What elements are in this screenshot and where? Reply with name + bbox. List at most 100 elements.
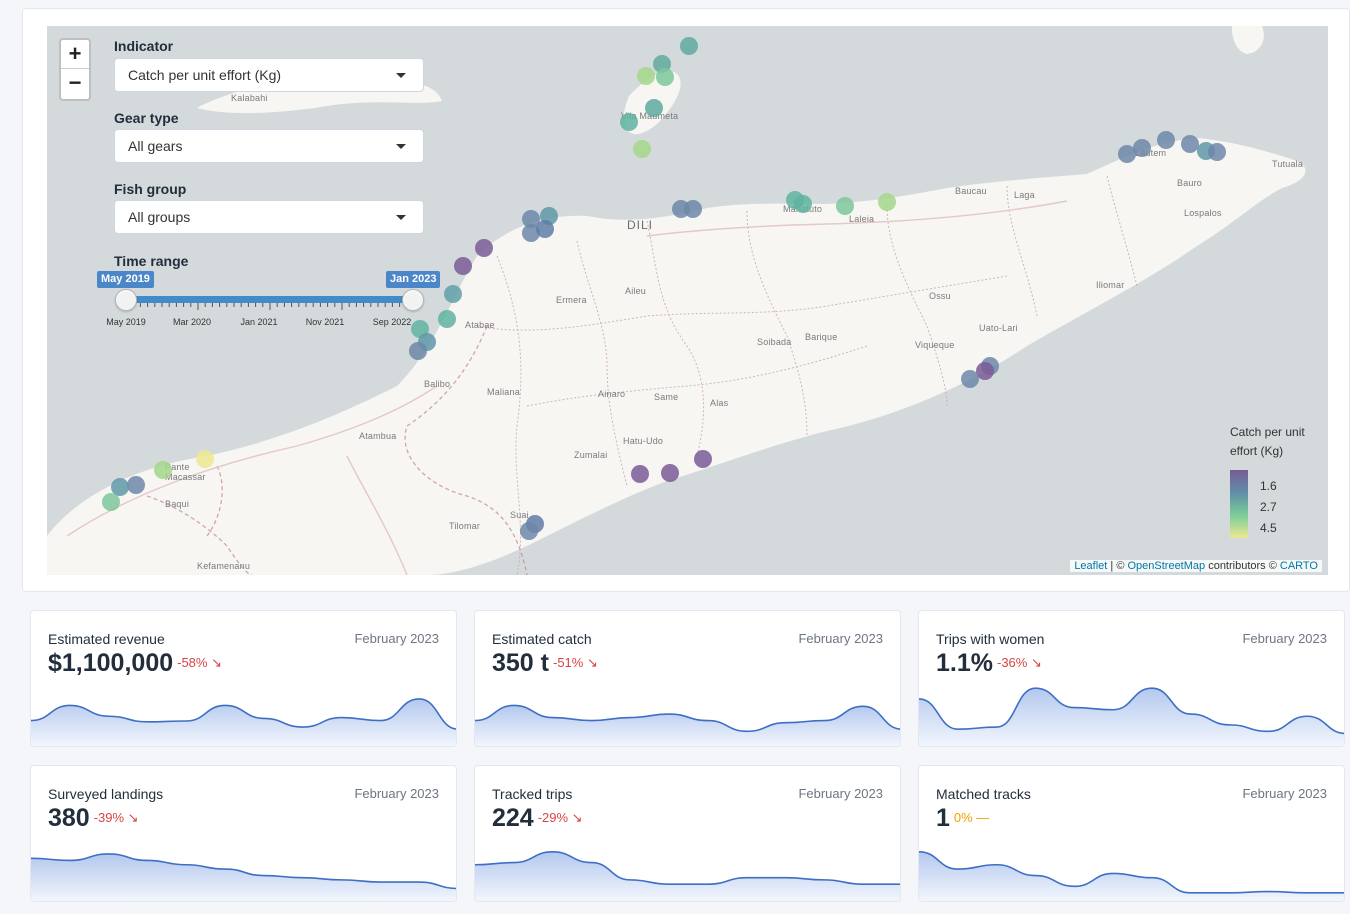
sparkline-area xyxy=(31,853,456,901)
chevron-down-icon xyxy=(396,215,406,220)
place-label: Balibo xyxy=(424,379,451,389)
map-marker[interactable] xyxy=(438,310,456,328)
leaflet-link[interactable]: Leaflet xyxy=(1074,560,1107,572)
place-label: Kefamenanu xyxy=(197,561,251,571)
kpi-card-catch: Estimated catch February 2023 350 t -51% … xyxy=(474,610,901,747)
map-marker[interactable] xyxy=(1133,139,1151,157)
place-label: Barique xyxy=(805,332,838,342)
map-marker[interactable] xyxy=(536,220,554,238)
place-label: Kalabahi xyxy=(231,93,268,103)
map-marker[interactable] xyxy=(444,285,462,303)
map-marker[interactable] xyxy=(1208,143,1226,161)
map-marker[interactable] xyxy=(620,113,638,131)
chevron-down-icon xyxy=(396,144,406,149)
map-marker[interactable] xyxy=(454,257,472,275)
map-marker[interactable] xyxy=(409,342,427,360)
place-label: Same xyxy=(654,392,679,402)
map-marker[interactable] xyxy=(475,239,493,257)
zoom-in-button[interactable]: + xyxy=(61,40,89,69)
kpi-title: Trips with women xyxy=(936,631,1045,647)
time-range-start-handle[interactable] xyxy=(115,289,137,311)
legend-color-scale xyxy=(1230,470,1248,538)
chevron-down-icon xyxy=(396,73,406,78)
time-tick-label: May 2019 xyxy=(106,317,146,327)
kpi-card-revenue: Estimated revenue February 2023 $1,100,0… xyxy=(30,610,457,747)
map-marker[interactable] xyxy=(661,464,679,482)
place-label: Laleia xyxy=(849,214,875,224)
sparkline-area xyxy=(919,851,1344,901)
map-marker[interactable] xyxy=(637,67,655,85)
time-tick-label: Nov 2021 xyxy=(305,317,345,327)
map-marker[interactable] xyxy=(694,450,712,468)
gear-type-value: All gears xyxy=(128,138,183,154)
time-range-track[interactable] xyxy=(126,296,413,303)
indicator-select[interactable]: Catch per unit effort (Kg) xyxy=(114,58,424,92)
kpi-card-women-trips: Trips with women February 2023 1.1% -36% … xyxy=(918,610,1345,747)
kpi-title: Surveyed landings xyxy=(48,786,164,802)
kpi-title: Estimated catch xyxy=(492,631,592,647)
legend-value: 1.6 xyxy=(1260,479,1277,493)
fish-group-label: Fish group xyxy=(114,181,187,197)
map-marker[interactable] xyxy=(961,370,979,388)
kpi-period: February 2023 xyxy=(798,786,883,801)
kpi-sparkline xyxy=(919,687,1344,746)
map-marker[interactable] xyxy=(154,461,172,479)
place-label: Ermera xyxy=(556,295,587,305)
indicator-value: Catch per unit effort (Kg) xyxy=(128,67,282,83)
map-marker[interactable] xyxy=(645,99,663,117)
map-legend: Catch per unit effort (Kg) 1.6 2.7 4.5 xyxy=(1230,423,1320,538)
place-label: Maliana xyxy=(487,387,520,397)
legend-value: 4.5 xyxy=(1260,521,1277,535)
time-tick-label: Sep 2022 xyxy=(372,317,412,327)
legend-value: 2.7 xyxy=(1260,500,1277,514)
zoom-control: + − xyxy=(59,38,91,101)
map-marker[interactable] xyxy=(102,493,120,511)
map-marker[interactable] xyxy=(631,465,649,483)
map-marker[interactable] xyxy=(196,450,214,468)
kpi-card-landings: Surveyed landings February 2023 380 -39% … xyxy=(30,765,457,902)
time-range-end-handle[interactable] xyxy=(402,289,424,311)
fish-group-select[interactable]: All groups xyxy=(114,200,424,234)
map-marker[interactable] xyxy=(836,197,854,215)
kpi-sparkline xyxy=(31,698,456,746)
kpi-sparkline xyxy=(475,850,900,901)
place-label: Atambua xyxy=(359,431,397,441)
carto-link[interactable]: CARTO xyxy=(1280,560,1318,572)
place-label: Baqui xyxy=(165,499,190,509)
time-tick-label: Jan 2021 xyxy=(240,317,278,327)
place-label: Suai xyxy=(510,510,529,520)
map-marker[interactable] xyxy=(680,37,698,55)
kpi-card-matched-tracks: Matched tracks February 2023 1 0% — xyxy=(918,765,1345,902)
place-label: Uato-Lari xyxy=(979,323,1018,333)
map-marker[interactable] xyxy=(1157,131,1175,149)
kpi-period: February 2023 xyxy=(354,631,439,646)
kpi-sparkline xyxy=(919,851,1344,901)
kpi-period: February 2023 xyxy=(354,786,439,801)
zoom-out-button[interactable]: − xyxy=(61,69,89,98)
place-label: Viqueque xyxy=(915,340,955,350)
map-attribution: Leaflet | © OpenStreetMap contributors ©… xyxy=(1070,560,1322,572)
time-range-end: Jan 2023 xyxy=(386,271,441,288)
place-label: Tutuala xyxy=(1272,159,1304,169)
map-marker[interactable] xyxy=(520,522,538,540)
map-marker[interactable] xyxy=(684,200,702,218)
kpi-sparkline xyxy=(31,853,456,901)
time-range-start: May 2019 xyxy=(97,271,154,288)
map-marker[interactable] xyxy=(633,140,651,158)
kpi-card-tracked-trips: Tracked trips February 2023 224 -29% ↘ xyxy=(474,765,901,902)
place-label: Zumalai xyxy=(574,450,608,460)
time-range-label: Time range xyxy=(114,253,189,269)
map-marker[interactable] xyxy=(127,476,145,494)
place-label: Ainaro xyxy=(598,389,626,399)
place-label: Soibada xyxy=(757,337,792,347)
osm-link[interactable]: OpenStreetMap xyxy=(1127,560,1205,572)
sparkline-area xyxy=(475,851,900,901)
map-marker[interactable] xyxy=(656,68,674,86)
attribution-mid: contributors © xyxy=(1205,560,1280,572)
map-marker[interactable] xyxy=(794,195,812,213)
map-marker[interactable] xyxy=(878,193,896,211)
place-label: Laga xyxy=(1014,190,1035,200)
kpi-period: February 2023 xyxy=(1242,631,1327,646)
time-range-ticks xyxy=(125,303,415,310)
gear-type-select[interactable]: All gears xyxy=(114,129,424,163)
